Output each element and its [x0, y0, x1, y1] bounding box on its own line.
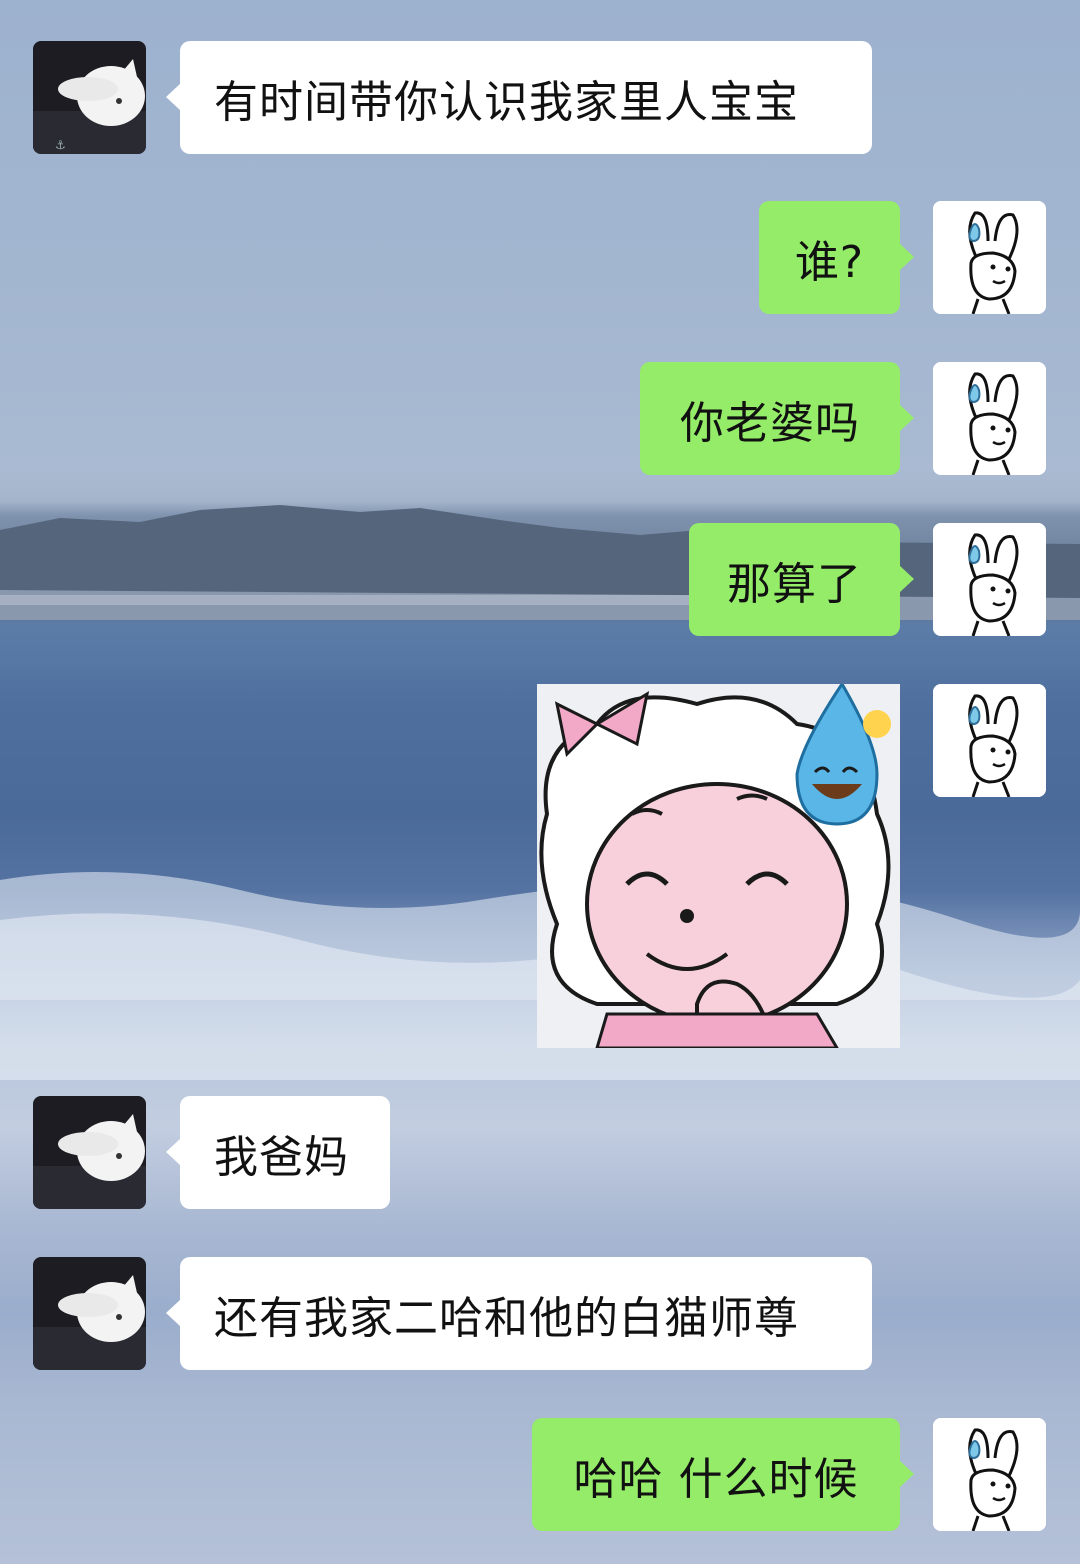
- message-text: 你老婆吗: [680, 397, 860, 449]
- background-hills: [0, 505, 1080, 620]
- sweating-bunny-avatar-icon: [933, 523, 1046, 636]
- message-text: 哈哈 什么时候: [573, 1453, 859, 1505]
- contact-avatar[interactable]: [33, 1096, 146, 1209]
- outgoing-message-bubble[interactable]: 你老婆吗: [640, 362, 914, 475]
- outgoing-message-bubble[interactable]: 哈哈 什么时候: [532, 1418, 914, 1531]
- message-text: 还有我家二哈和他的白猫师尊: [214, 1292, 799, 1344]
- outgoing-message-bubble[interactable]: 那算了: [689, 523, 914, 636]
- self-avatar[interactable]: [933, 201, 1046, 314]
- incoming-message-bubble[interactable]: 还有我家二哈和他的白猫师尊: [166, 1257, 872, 1370]
- incoming-message-bubble[interactable]: 我爸妈: [166, 1096, 390, 1209]
- self-avatar[interactable]: [933, 523, 1046, 636]
- white-cat-avatar-icon: ⚓: [33, 41, 146, 154]
- message-text: 我爸妈: [214, 1131, 349, 1183]
- sweating-bunny-avatar-icon: [933, 362, 1046, 475]
- incoming-message-bubble[interactable]: 有时间带你认识我家里人宝宝: [166, 41, 872, 154]
- white-cat-avatar-icon: [33, 1257, 146, 1370]
- sweating-bunny-avatar-icon: [933, 684, 1046, 797]
- contact-avatar[interactable]: [33, 1257, 146, 1370]
- message-text: 那算了: [727, 558, 862, 610]
- self-avatar[interactable]: [933, 684, 1046, 797]
- sticker-message[interactable]: [537, 684, 900, 1048]
- self-avatar[interactable]: [933, 1418, 1046, 1531]
- white-cat-avatar-icon: [33, 1096, 146, 1209]
- svg-text:⚓: ⚓: [55, 138, 66, 152]
- message-text: 有时间带你认识我家里人宝宝: [214, 76, 799, 128]
- sweating-bunny-avatar-icon: [933, 1418, 1046, 1531]
- sweating-bunny-avatar-icon: [933, 201, 1046, 314]
- contact-avatar[interactable]: ⚓: [33, 41, 146, 154]
- outgoing-message-bubble[interactable]: 谁?: [759, 201, 914, 314]
- self-avatar[interactable]: [933, 362, 1046, 475]
- message-text: 谁?: [794, 236, 865, 288]
- sheep-girl-sweat-smile-sticker-icon: [537, 684, 900, 1048]
